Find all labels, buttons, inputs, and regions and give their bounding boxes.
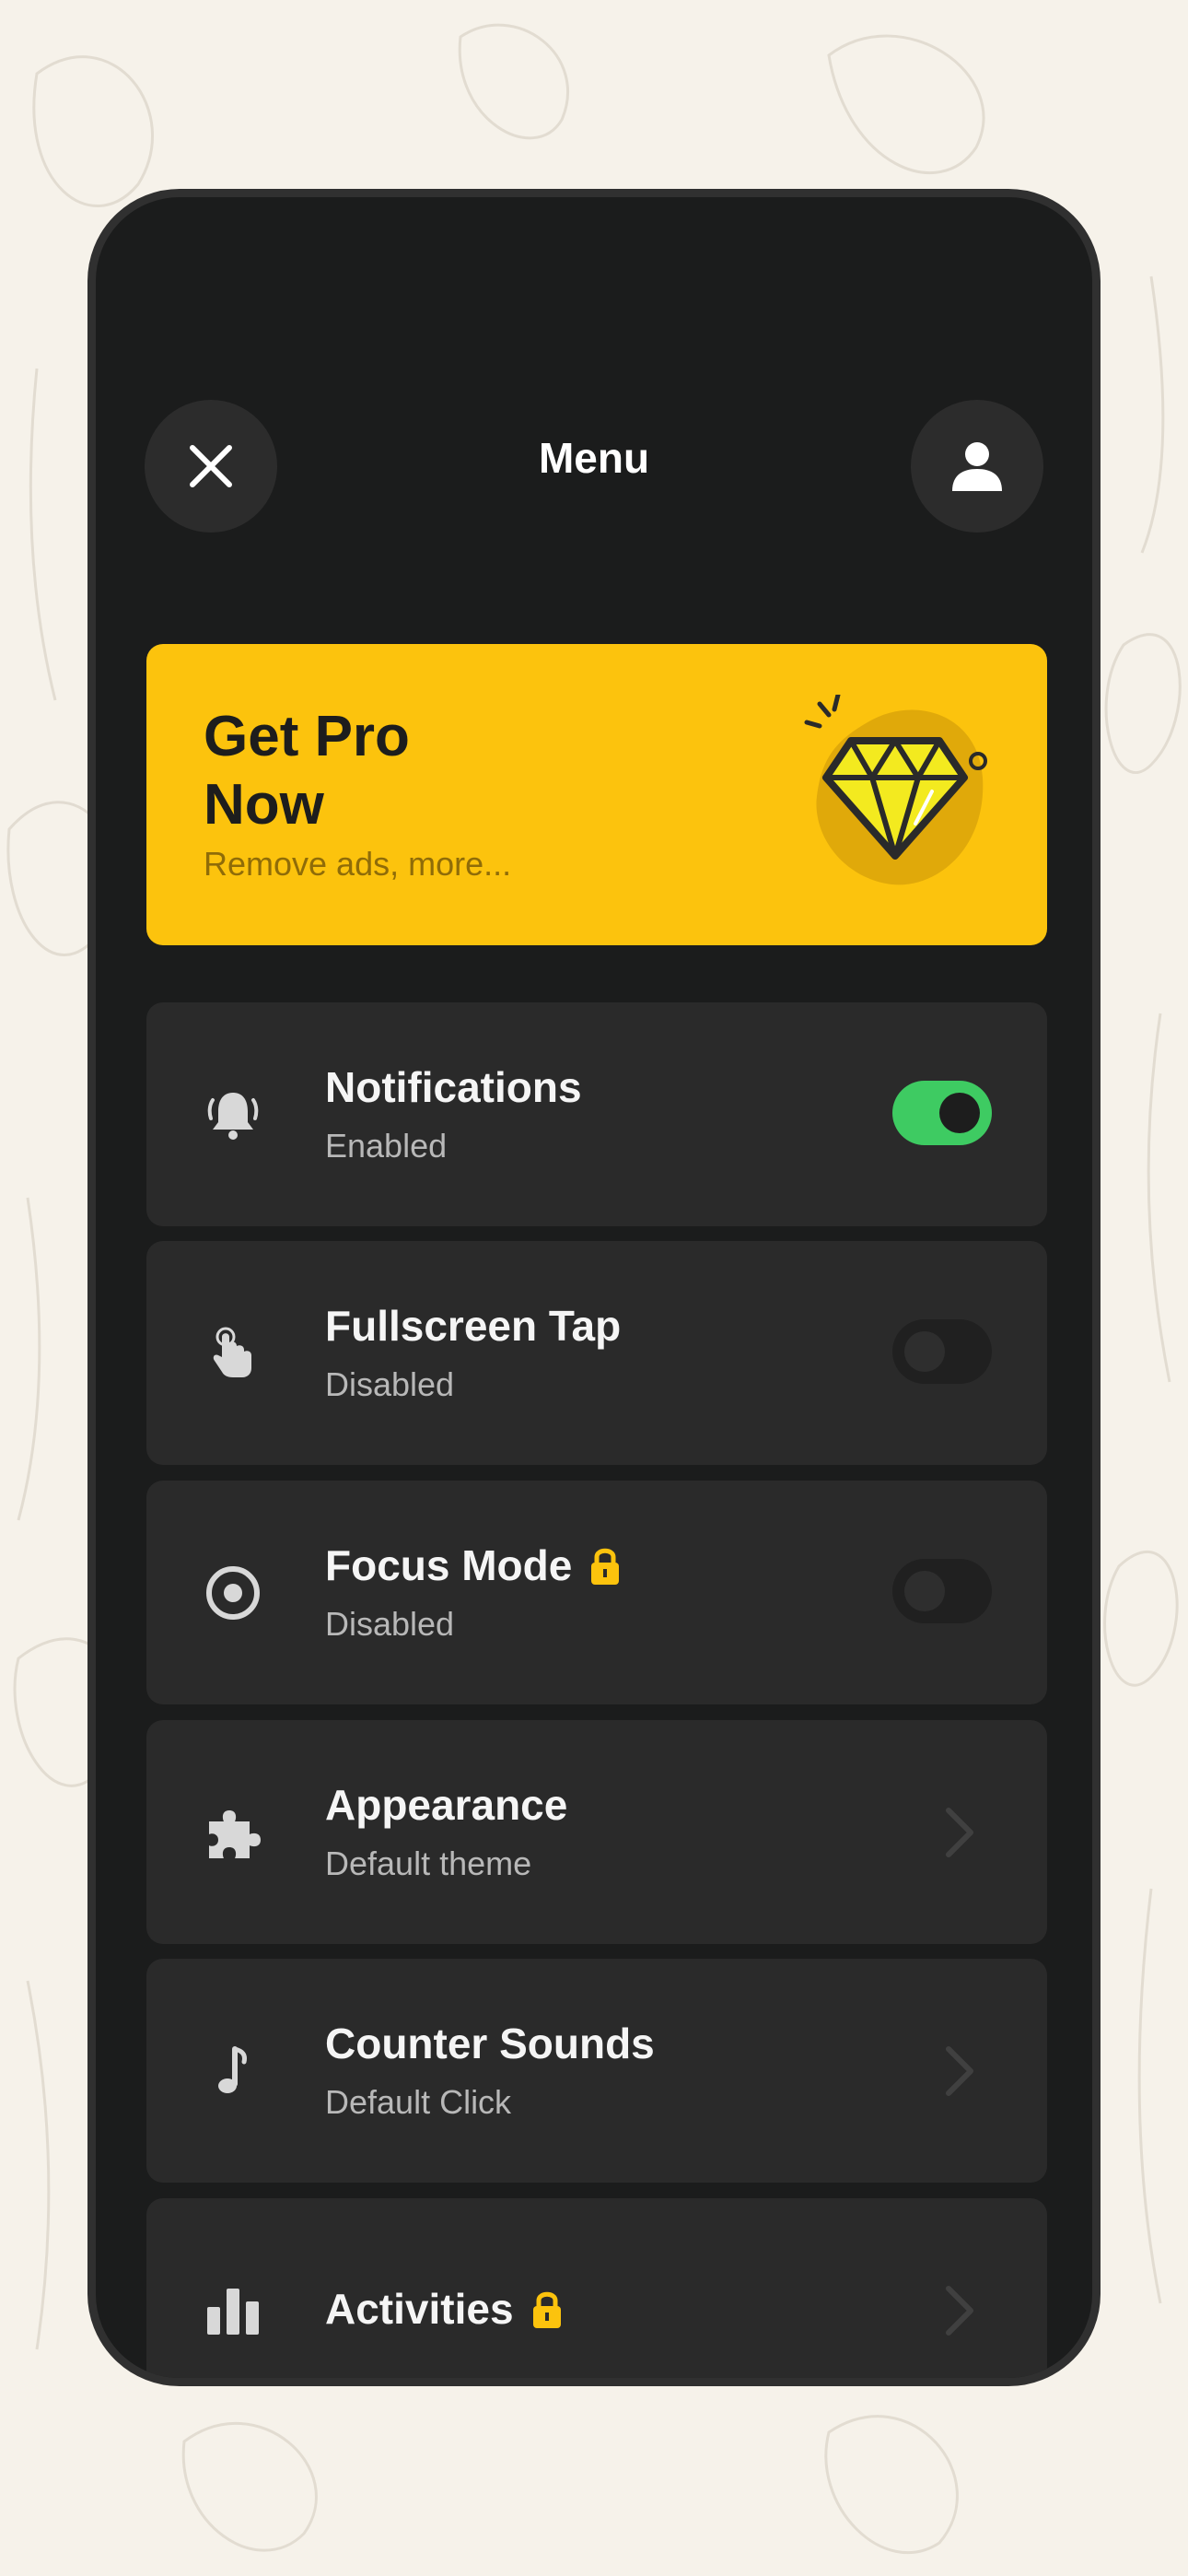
- user-icon: [952, 442, 1002, 491]
- chevron-right-icon: [946, 2286, 973, 2336]
- setting-title: Counter Sounds: [325, 2020, 655, 2067]
- toggle-knob: [939, 1093, 980, 1133]
- profile-button[interactable]: [911, 400, 1043, 533]
- tap-icon: [202, 1322, 264, 1385]
- focus-mode-toggle[interactable]: [892, 1559, 992, 1623]
- diamond-icon: [804, 695, 987, 885]
- target-icon: [202, 1562, 264, 1624]
- notifications-toggle[interactable]: [892, 1081, 992, 1145]
- setting-title: Activities: [325, 2284, 564, 2334]
- phone-frame: Menu Get Pro Now Remove ads, more... Not: [87, 189, 1101, 2386]
- setting-title-text: Focus Mode: [325, 1541, 573, 1589]
- toggle-knob: [904, 1331, 945, 1372]
- setting-status: Disabled: [325, 1365, 455, 1403]
- setting-title: Fullscreen Tap: [325, 1302, 622, 1350]
- activities-setting[interactable]: Activities: [146, 2198, 1047, 2378]
- setting-status: Default Click: [325, 2083, 512, 2121]
- chevron-right-icon: [946, 2046, 973, 2096]
- lock-icon: [532, 2291, 561, 2328]
- setting-title: Notifications: [325, 1063, 582, 1111]
- focus-mode-setting[interactable]: Focus Mode Disabled: [146, 1481, 1047, 1704]
- setting-status: Disabled: [325, 1605, 455, 1643]
- notifications-setting[interactable]: Notifications Enabled: [146, 1002, 1047, 1226]
- get-pro-banner[interactable]: Get Pro Now Remove ads, more...: [146, 644, 1047, 945]
- bar-chart-icon: [202, 2279, 264, 2342]
- promo-title: Get Pro Now: [204, 705, 410, 837]
- setting-title: Appearance: [325, 1781, 568, 1829]
- bell-icon: [202, 1083, 264, 1146]
- setting-title-text: Activities: [325, 2285, 514, 2333]
- puzzle-icon: [202, 1801, 264, 1864]
- setting-title: Focus Mode: [325, 1540, 622, 1590]
- counter-sounds-setting[interactable]: Counter Sounds Default Click: [146, 1959, 1047, 2183]
- toggle-knob: [904, 1571, 945, 1611]
- promo-subtitle: Remove ads, more...: [204, 845, 512, 883]
- setting-status: Enabled: [325, 1127, 448, 1165]
- chevron-right-icon: [946, 1808, 973, 1857]
- setting-status: Default theme: [325, 1844, 532, 1882]
- fullscreen-tap-setting[interactable]: Fullscreen Tap Disabled: [146, 1241, 1047, 1465]
- appearance-setting[interactable]: Appearance Default theme: [146, 1720, 1047, 1944]
- lock-icon: [591, 1548, 620, 1585]
- fullscreen-tap-toggle[interactable]: [892, 1319, 992, 1384]
- music-note-icon: [202, 2040, 264, 2102]
